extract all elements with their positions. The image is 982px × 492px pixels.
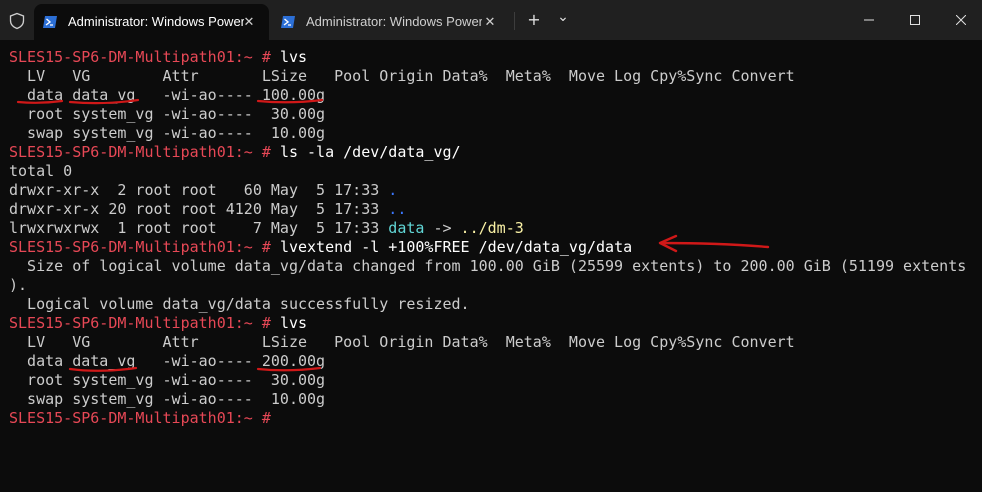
terminal-line: data data_vg -wi-ao---- 200.00g <box>9 352 326 370</box>
listing-text: drwxr-xr-x 2 root root 60 May 5 17:33 <box>9 181 389 199</box>
terminal-line: LV VG Attr LSize Pool Origin Data% Meta%… <box>9 333 795 351</box>
minimize-icon <box>864 19 874 21</box>
terminal-line: data data_vg -wi-ao---- 100.00g <box>9 86 326 104</box>
terminal-line: root system_vg -wi-ao---- 30.00g <box>9 105 326 123</box>
terminal-line: Logical volume data_vg/data successfully… <box>9 295 470 313</box>
listing-text: drwxr-xr-x 20 root root 4120 May 5 17:33 <box>9 200 389 218</box>
shell-prompt: SLES15-SP6-DM-Multipath01:~ # <box>9 409 280 427</box>
terminal-line: total 0 <box>9 162 73 180</box>
new-tab-button[interactable]: + <box>520 6 548 34</box>
tab-title: Administrator: Windows PowerShell <box>306 14 482 29</box>
shell-prompt: SLES15-SP6-DM-Multipath01:~ # <box>9 48 280 66</box>
terminal-line: Size of logical volume data_vg/data chan… <box>9 257 967 275</box>
title-bar: Administrator: Windows PowerShell ✕ Admi… <box>0 0 982 40</box>
minimize-button[interactable] <box>846 0 892 40</box>
terminal-line: lrwxrwxrwx 1 root root 7 May 5 17:33 dat… <box>9 219 524 238</box>
command-text: ls -la /dev/data_vg/ <box>279 143 461 161</box>
tab-powershell-1[interactable]: Administrator: Windows PowerShell ✕ <box>34 4 269 40</box>
tab-close-button[interactable]: ✕ <box>237 10 261 34</box>
symlink-name: data <box>388 219 425 237</box>
terminal-line: SLES15-SP6-DM-Multipath01:~ # lvs <box>9 48 307 67</box>
shell-prompt: SLES15-SP6-DM-Multipath01:~ # <box>9 143 280 161</box>
listing-text: lrwxrwxrwx 1 root root 7 May 5 17:33 <box>9 219 389 237</box>
directory-name: .. <box>388 200 407 218</box>
terminal-line: drwxr-xr-x 20 root root 4120 May 5 17:33… <box>9 200 406 219</box>
terminal-line: ). <box>9 276 28 294</box>
terminal-line: LV VG Attr LSize Pool Origin Data% Meta%… <box>9 67 795 85</box>
terminal-output[interactable]: SLES15-SP6-DM-Multipath01:~ # lvs LV VG … <box>0 40 982 492</box>
terminal-line: swap system_vg -wi-ao---- 10.00g <box>9 124 326 142</box>
command-text: lvs <box>279 48 308 66</box>
terminal-line: root system_vg -wi-ao---- 30.00g <box>9 371 326 389</box>
tab-title: Administrator: Windows PowerShell <box>68 14 244 29</box>
terminal-line: SLES15-SP6-DM-Multipath01:~ # lvs <box>9 314 307 333</box>
close-icon <box>956 15 966 25</box>
directory-name: . <box>388 181 398 199</box>
maximize-icon <box>910 15 920 25</box>
close-window-button[interactable] <box>938 0 982 40</box>
tab-divider <box>514 12 515 30</box>
tab-close-button[interactable]: ✕ <box>478 10 502 34</box>
powershell-icon <box>43 16 57 28</box>
terminal-line: drwxr-xr-x 2 root root 60 May 5 17:33 . <box>9 181 397 200</box>
terminal-line: SLES15-SP6-DM-Multipath01:~ # <box>9 409 280 428</box>
symlink-target: ../dm-3 <box>460 219 524 237</box>
symlink-arrow: -> <box>424 219 461 237</box>
powershell-icon <box>281 16 295 28</box>
tab-dropdown-button[interactable]: ⌄ <box>550 6 576 34</box>
command-text: lvextend -l +100%FREE /dev/data_vg/data <box>279 238 633 256</box>
shield-icon <box>9 12 25 30</box>
tab-powershell-2[interactable]: Administrator: Windows PowerShell ✕ <box>272 4 510 40</box>
terminal-line: swap system_vg -wi-ao---- 10.00g <box>9 390 326 408</box>
command-text: lvs <box>279 314 308 332</box>
terminal-line: SLES15-SP6-DM-Multipath01:~ # ls -la /de… <box>9 143 461 162</box>
terminal-line: SLES15-SP6-DM-Multipath01:~ # lvextend -… <box>9 238 632 257</box>
shell-prompt: SLES15-SP6-DM-Multipath01:~ # <box>9 238 280 256</box>
maximize-button[interactable] <box>892 0 938 40</box>
shell-prompt: SLES15-SP6-DM-Multipath01:~ # <box>9 314 280 332</box>
